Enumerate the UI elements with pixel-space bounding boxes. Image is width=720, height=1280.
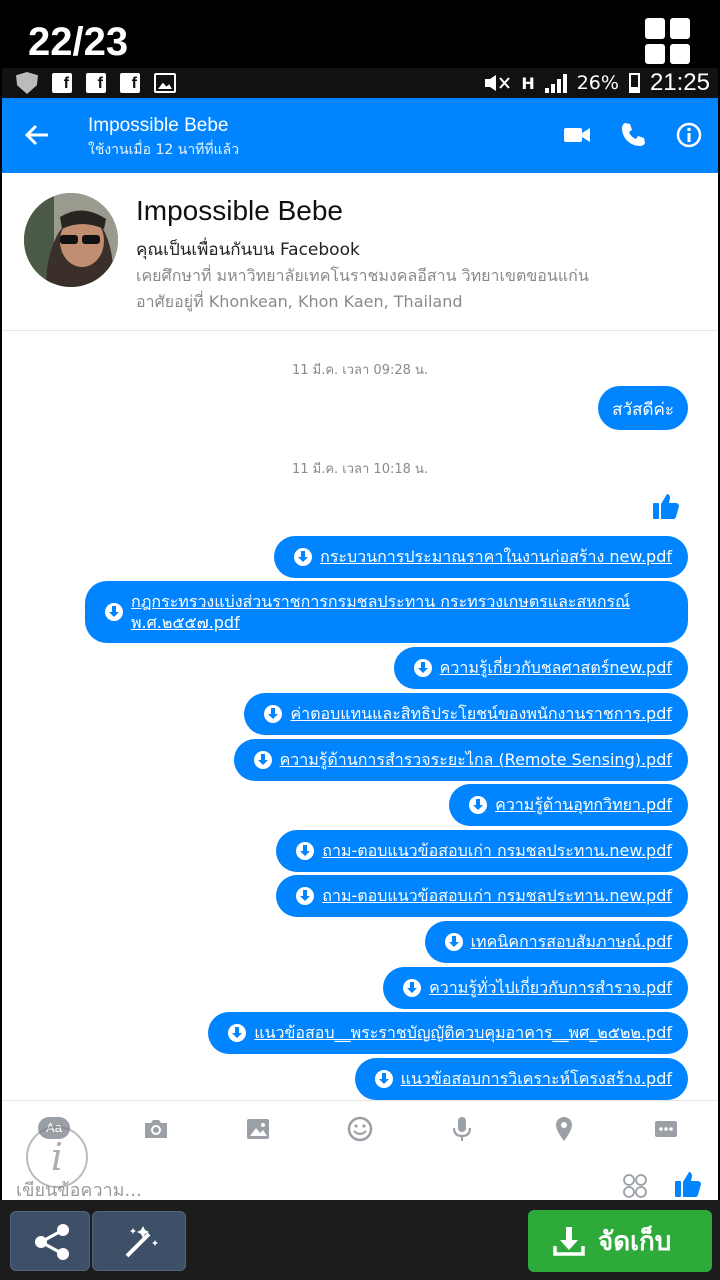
phone-icon[interactable]: [618, 120, 648, 150]
download-icon: [444, 933, 463, 951]
shield-icon: [16, 72, 38, 94]
file-attachment[interactable]: กฎกระทรวงแบ่งส่วนราชการกรมชลประทาน กระทร…: [85, 581, 688, 643]
download-icon: [253, 751, 272, 769]
message-timestamp: 11 มี.ค. เวลา 09:28 น.: [291, 363, 429, 378]
message-bubble[interactable]: สวัสดีค่ะ: [598, 386, 688, 430]
file-attachment[interactable]: แนวข้อสอบ__พระราชบัญญัติควบคุมอาคาร__พศ_…: [208, 1012, 688, 1054]
download-icon: [403, 979, 422, 997]
video-call-icon[interactable]: [562, 120, 592, 150]
active-status: ใช้งานเมื่อ 12 นาทีที่แล้ว: [88, 142, 240, 158]
battery-percent: 26%: [576, 72, 619, 94]
download-icon: [296, 887, 315, 905]
file-name: กฎกระทรวงแบ่งส่วนราชการกรมชลประทาน กระทร…: [131, 592, 630, 632]
download-icon: [294, 548, 313, 566]
viewer-top-bar: 22/23: [0, 0, 720, 68]
file-name: เทคนิคการสอบสัมภาษณ์.pdf: [470, 931, 672, 951]
friend-note: คุณเป็นเพื่อนกันบน Facebook: [136, 240, 360, 260]
download-icon: [553, 1227, 585, 1256]
mute-icon: [485, 75, 511, 91]
chat-thread[interactable]: Impossible Bebe คุณเป็นเพื่อนกันบน Faceb…: [2, 173, 718, 1100]
download-icon: [105, 603, 123, 621]
message-timestamp: 11 มี.ค. เวลา 10:18 น.: [291, 462, 429, 477]
sticker-icon[interactable]: [622, 1173, 648, 1199]
camera-icon[interactable]: [142, 1115, 170, 1143]
more-icon[interactable]: [652, 1115, 680, 1143]
network-type: H: [521, 73, 535, 93]
image-icon: [154, 73, 176, 93]
file-name: แนวข้อสอบ__พระราชบัญญัติควบคุมอาคาร__พศ_…: [254, 1022, 672, 1042]
edit-effects-button[interactable]: [92, 1211, 186, 1271]
download-icon: [264, 705, 283, 723]
battery-icon: [628, 73, 640, 93]
file-attachment[interactable]: แนวข้อสอบการวิเคราะห์โครงสร้าง.pdf: [354, 1058, 688, 1100]
file-attachment[interactable]: เทคนิคการสอบสัมภาษณ์.pdf: [424, 921, 688, 963]
file-name: แนวข้อสอบการวิเคราะห์โครงสร้าง.pdf: [400, 1068, 672, 1088]
share-icon: [35, 1224, 69, 1260]
save-button[interactable]: จัดเก็บ: [528, 1210, 712, 1272]
file-name: กระบวนการประมาณราคาในงานก่อสร้าง new.pdf: [320, 546, 672, 566]
microphone-icon[interactable]: [448, 1115, 476, 1143]
status-bar: f f f H 26% 21:25: [2, 68, 718, 98]
viewer-bottom-bar: จัดเก็บ: [0, 1200, 720, 1280]
download-icon: [228, 1024, 247, 1042]
facebook-icon: f: [120, 73, 140, 93]
save-label: จัดเก็บ: [598, 1226, 672, 1257]
file-name: ความรู้เกี่ยวกับชลศาสตร์new.pdf: [439, 657, 672, 677]
location-info: อาศัยอยู่ที่ Khonkean, Khon Kaen, Thaila…: [136, 292, 463, 311]
thumbs-up-icon: [653, 494, 679, 519]
signal-icon: [544, 73, 567, 93]
grid-icon[interactable]: [645, 18, 691, 64]
file-attachment[interactable]: ความรู้ด้านอุทกวิทยา.pdf: [449, 784, 688, 826]
like-icon[interactable]: [674, 1169, 702, 1199]
message-composer: Aa เขียนข้อความ...: [2, 1100, 718, 1201]
conversation-header: Impossible Bebe ใช้งานเมื่อ 12 นาทีที่แล…: [2, 98, 718, 173]
file-name: ความรู้ด้านอุทกวิทยา.pdf: [495, 794, 672, 814]
facebook-icon: f: [52, 73, 72, 93]
download-icon: [413, 659, 432, 677]
file-attachment[interactable]: ความรู้เกี่ยวกับชลศาสตร์new.pdf: [393, 647, 688, 689]
file-attachment[interactable]: ความรู้ด้านการสำรวจระยะไกล (Remote Sensi…: [233, 739, 688, 781]
image-counter: 22/23: [28, 20, 129, 64]
file-name: ถาม-ตอบแนวข้อสอบเก่า กรมชลประทาน.new.pdf: [322, 885, 672, 905]
file-attachment[interactable]: ถาม-ตอบแนวข้อสอบเก่า กรมชลประทาน.new.pdf: [276, 875, 688, 917]
emoji-icon[interactable]: [346, 1115, 374, 1143]
gallery-icon[interactable]: [244, 1115, 272, 1143]
file-attachment[interactable]: ถาม-ตอบแนวข้อสอบเก่า กรมชลประทาน.new.pdf: [276, 830, 688, 872]
download-icon: [296, 842, 315, 860]
file-name: ความรู้ด้านการสำรวจระยะไกล (Remote Sensi…: [279, 749, 672, 769]
file-name: ค่าตอบแทนและสิทธิประโยชน์ของพนักงานราชกา…: [290, 703, 672, 723]
download-icon: [374, 1070, 393, 1088]
facebook-icon: f: [86, 73, 106, 93]
info-icon[interactable]: [674, 120, 704, 150]
share-button[interactable]: [10, 1211, 90, 1271]
clock: 21:25: [649, 69, 710, 96]
watermark-logo: i: [26, 1126, 88, 1188]
contact-name[interactable]: Impossible Bebe: [88, 115, 228, 137]
file-name: ถาม-ตอบแนวข้อสอบเก่า กรมชลประทาน.new.pdf: [322, 840, 672, 860]
file-attachment[interactable]: ค่าตอบแทนและสิทธิประโยชน์ของพนักงานราชกา…: [244, 693, 688, 735]
file-attachment[interactable]: กระบวนการประมาณราคาในงานก่อสร้าง new.pdf: [274, 536, 688, 578]
file-attachment[interactable]: ความรู้ทั่วไปเกี่ยวกับการสำรวจ.pdf: [383, 967, 688, 1009]
magic-wand-icon: [125, 1226, 158, 1258]
profile-card: Impossible Bebe คุณเป็นเพื่อนกันบน Faceb…: [2, 173, 718, 331]
file-name: ความรู้ทั่วไปเกี่ยวกับการสำรวจ.pdf: [429, 977, 672, 997]
back-arrow-icon[interactable]: [22, 120, 52, 150]
profile-name: Impossible Bebe: [136, 195, 344, 226]
avatar[interactable]: [24, 193, 118, 287]
download-icon: [469, 796, 488, 814]
education-info: เคยศึกษาที่ มหาวิทยาลัยเทคโนราชมงคลอีสาน…: [136, 266, 589, 285]
location-pin-icon[interactable]: [550, 1115, 578, 1143]
